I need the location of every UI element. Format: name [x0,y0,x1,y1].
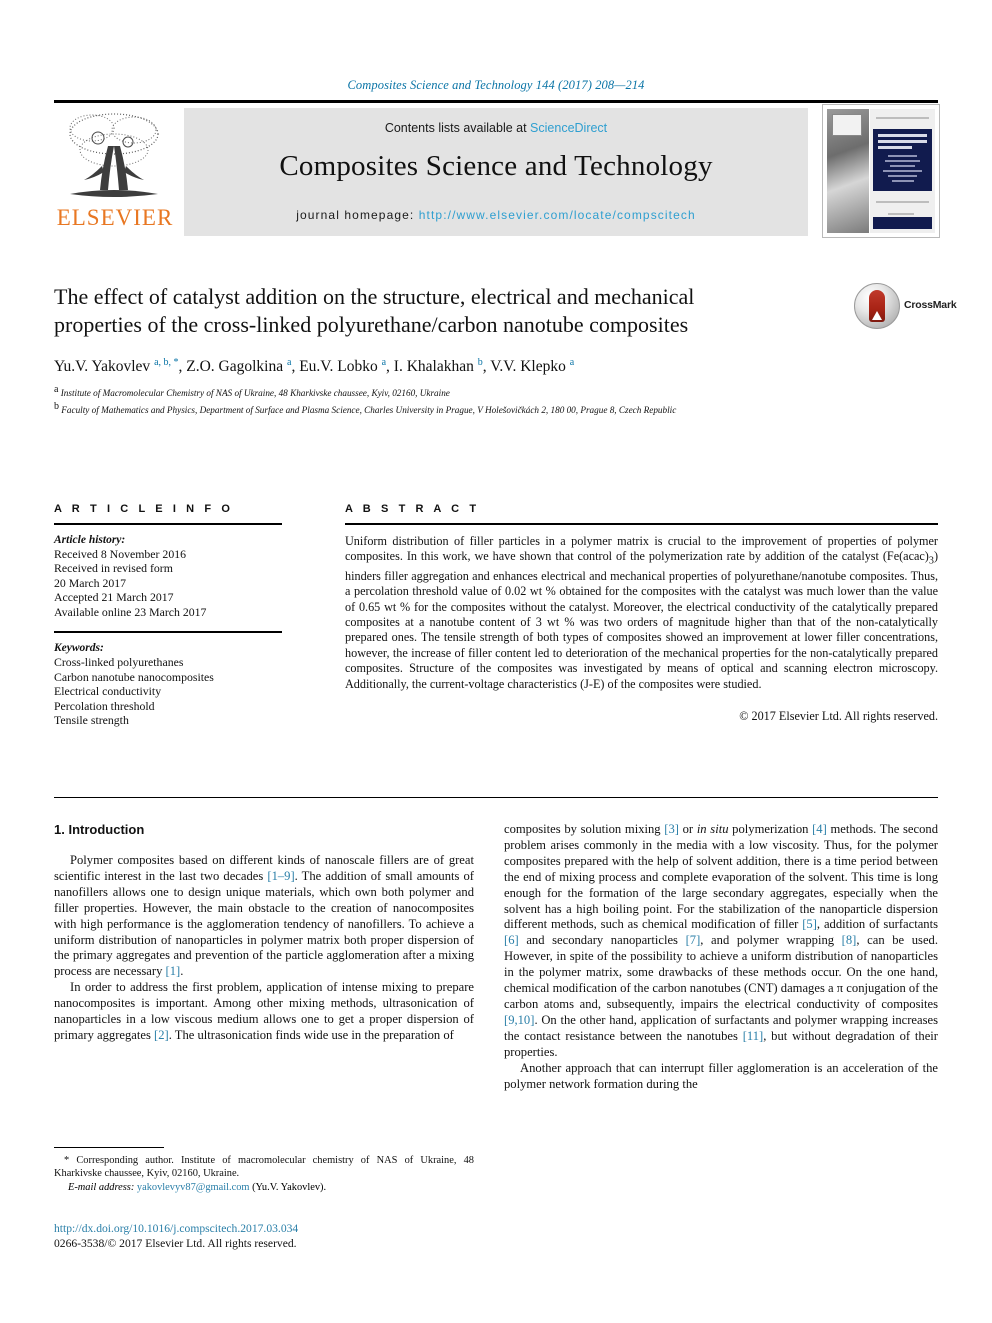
history-line: 20 March 2017 [54,575,127,590]
author-list: Yu.V. Yakovlev a, b, *, Z.O. Gagolkina a… [54,357,575,376]
crossmark-badge[interactable]: CrossMark [854,283,957,329]
crossmark-label: CrossMark [904,299,957,311]
paragraph: Another approach that can interrupt fill… [504,1060,938,1091]
abstract-copyright: © 2017 Elsevier Ltd. All rights reserved… [739,709,938,723]
paragraph: In order to address the first problem, a… [54,980,474,1042]
email-owner: (Yu.V. Yakovlev). [252,1182,327,1193]
journal-homepage-line: journal homepage: http://www.elsevier.co… [184,208,808,222]
affiliation-text-a: Institute of Macromolecular Chemistry of… [60,388,450,399]
masthead-top-rule [54,100,938,103]
keyword-item: Cross-linked polyurethanes [54,654,184,669]
cover-title-block [873,129,932,191]
history-line: Received 8 November 2016 [54,546,187,561]
body-column-left: 1. Introduction Polymer composites based… [54,822,474,1044]
doi-link[interactable]: http://dx.doi.org/10.1016/j.compscitech.… [54,1222,474,1237]
keyword-item: Electrical conductivity [54,684,162,699]
contents-prefix: Contents lists available at [384,121,531,135]
issn-copyright-line: 0266-3538/© 2017 Elsevier Ltd. All right… [54,1236,297,1250]
title-block: The effect of catalyst addition on the s… [54,283,957,417]
journal-masthead: ELSEVIER Contents lists available at Sci… [54,100,940,238]
sciencedirect-link[interactable]: ScienceDirect [530,121,607,135]
journal-cover-thumbnail [822,104,940,238]
keyword-item: Carbon nanotube nanocomposites [54,669,214,684]
homepage-link[interactable]: http://www.elsevier.com/locate/compscite… [419,208,696,222]
abstract-heading: A B S T R A C T [345,503,480,515]
masthead-panel: Contents lists available at ScienceDirec… [184,108,808,236]
journal-title: Composites Science and Technology [279,150,713,182]
cover-photo [827,109,869,233]
section-heading-introduction: 1. Introduction [54,822,145,837]
email-address-label: E-mail address: [68,1182,135,1193]
article-info-heading: A R T I C L E I N F O [54,503,234,515]
paper-title: The effect of catalyst addition on the s… [54,284,695,337]
cover-text-panel [870,109,935,233]
article-info-column: A R T I C L E I N F O Article history: R… [54,503,282,728]
affiliation-b: b Faculty of Mathematics and Physics, De… [54,401,914,417]
affiliation-a: a Institute of Macromolecular Chemistry … [54,384,914,400]
affiliation-marker-a: a [54,384,59,396]
paper-page: Composites Science and Technology 144 (2… [0,0,992,1323]
article-info-rule [54,523,282,525]
affiliation-text-b: Faculty of Mathematics and Physics, Depa… [61,404,677,415]
cover-publisher-mark [832,114,862,136]
article-history-label: Article history: [54,533,126,546]
email-line: E-mail address: yakovlevyv87@gmail.com (… [54,1182,474,1193]
abstract-rule [345,523,938,525]
keywords-rule [54,631,282,633]
abstract-column: A B S T R A C T Uniform distribution of … [345,503,938,724]
history-line: Received in revised form [54,561,173,576]
doi-block: http://dx.doi.org/10.1016/j.compscitech.… [54,1222,474,1251]
history-line: Available online 23 March 2017 [54,604,207,619]
crossmark-icon [854,283,900,329]
body-separator-rule [54,797,938,798]
footnote-rule [54,1147,164,1148]
contents-available-line: Contents lists available at ScienceDirec… [184,121,808,135]
keywords-label: Keywords: [54,641,104,654]
cover-footer-block [873,217,932,229]
elsevier-logo: ELSEVIER [54,108,176,236]
running-head: Composites Science and Technology 144 (2… [347,78,645,92]
affiliation-marker-b: b [54,400,59,412]
corresponding-author-footnote: * Corresponding author. Institute of mac… [54,1147,474,1193]
affiliation-list: a Institute of Macromolecular Chemistry … [54,384,914,416]
homepage-prefix: journal homepage: [296,208,419,222]
paragraph: Polymer composites based on different ki… [54,853,474,979]
history-line: Accepted 21 March 2017 [54,590,174,605]
email-link[interactable]: yakovlevyv87@gmail.com [137,1182,250,1193]
keywords-block: Keywords: Cross-linked polyurethanes Car… [54,631,282,727]
elsevier-wordmark: ELSEVIER [56,205,174,230]
elsevier-tree-icon [69,113,159,197]
corresponding-author-text: * Corresponding author. Institute of mac… [54,1155,474,1179]
body-column-right: composites by solution mixing [3] or in … [504,822,938,1092]
keyword-item: Percolation threshold [54,698,155,713]
keyword-item: Tensile strength [54,713,129,728]
abstract-text: Uniform distribution of filler particles… [345,533,938,691]
paragraph: composites by solution mixing [3] or in … [504,822,938,1059]
